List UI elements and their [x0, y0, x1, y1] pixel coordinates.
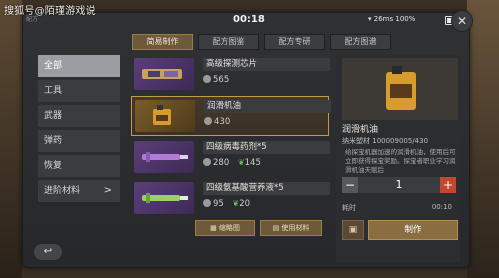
grid-icon: ▦ [210, 224, 219, 232]
close-icon: ✕ [456, 14, 468, 28]
button-label: 缩略图 [218, 224, 240, 232]
cost-value: 565 [213, 75, 230, 85]
sidebar-item-label: 弹药 [44, 136, 63, 146]
recipe-row[interactable]: 高级探测芯片 565 [131, 55, 330, 95]
detail-item-image [342, 58, 458, 120]
cost-value-secondary: 20 [239, 199, 251, 209]
back-arrow-icon: ↩ [43, 246, 53, 257]
sidebar-item-label: 工具 [44, 86, 63, 96]
cost-value: 95 [213, 199, 224, 209]
cost-value-secondary: 145 [244, 158, 261, 168]
tab-bar: 简易制作 配方图鉴 配方专研 配方图谱 [132, 34, 391, 50]
time-label: 耗时 [342, 204, 356, 212]
recipe-name: 四级病毒药剂*5 [203, 141, 330, 154]
sidebar-item-label: 全部 [44, 61, 63, 71]
background-left [0, 0, 22, 278]
status-time: 00:18 [233, 14, 265, 25]
recipe-list: 高级探测芯片 565 润滑机油 430 四级病毒药剂*5 280 ❦145 四级… [131, 55, 331, 220]
nano-value: 100009005/430 [372, 137, 429, 145]
recipe-thumbnail [135, 100, 195, 132]
button-label: 使用材料 [281, 224, 310, 232]
oil-can-icon [153, 105, 171, 125]
sidebar-item-recovery[interactable]: 恢复 [38, 155, 120, 177]
thumbnail-view-button[interactable]: ▦ 缩略图 [195, 220, 255, 236]
book-icon: ▣ [348, 225, 358, 235]
oil-can-icon [386, 66, 416, 110]
recipe-row-selected[interactable]: 润滑机油 430 [131, 96, 331, 136]
tab-recipe-atlas[interactable]: 配方图谱 [330, 34, 391, 50]
recipe-thumbnail [134, 182, 194, 214]
chip-icon [142, 69, 182, 79]
time-value: 00:10 [431, 203, 452, 211]
cost-value: 280 [213, 158, 230, 168]
tab-recipe-research[interactable]: 配方专研 [264, 34, 325, 50]
sidebar-item-label: 恢复 [44, 161, 63, 171]
craft-time: 耗时 00:10 [342, 203, 456, 214]
recipe-cost: 565 [203, 75, 229, 85]
recipe-cost: 280 ❦145 [203, 158, 261, 168]
recipe-name: 润滑机油 [204, 100, 331, 113]
sidebar-item-label: 进阶材料 [44, 186, 81, 196]
latency-text: 26ms [373, 15, 394, 23]
detail-item-name: 润滑机油 [342, 125, 379, 135]
nano-label: 纳米塑材 [342, 137, 370, 145]
quantity-stepper: − 1 + [342, 177, 456, 193]
plant-material-icon: ❦ [237, 158, 245, 167]
recipe-row[interactable]: 四级氨基酸营养液*5 95 ❦20 [131, 179, 330, 219]
recipe-cost: 430 [204, 117, 230, 127]
nano-material-icon [203, 75, 211, 83]
wifi-icon: ▾ [368, 15, 372, 23]
tab-recipe-book[interactable]: 配方图鉴 [198, 34, 259, 50]
craft-button[interactable]: 制作 [368, 220, 458, 240]
close-button[interactable]: ✕ [451, 10, 473, 32]
sidebar-item-tools[interactable]: 工具 [38, 80, 120, 102]
recipe-row[interactable]: 四级病毒药剂*5 280 ❦145 [131, 138, 330, 178]
syringe-icon [142, 152, 188, 162]
recipe-thumbnail [134, 58, 194, 90]
category-sidebar: 全部 工具 武器 弹药 恢复 进阶材料 > [38, 55, 120, 205]
chevron-right-icon: > [103, 185, 112, 196]
recipe-name: 高级探测芯片 [203, 58, 330, 71]
sidebar-item-label: 武器 [44, 111, 63, 121]
cost-value: 430 [214, 117, 231, 127]
recipe-book-button[interactable]: ▣ [342, 220, 364, 240]
quantity-value: 1 [395, 178, 403, 191]
back-button[interactable]: ↩ [34, 244, 62, 260]
nano-material-icon [203, 199, 211, 207]
nano-material-icon [204, 117, 212, 125]
increase-button[interactable]: + [440, 177, 456, 193]
tab-simple-craft[interactable]: 简易制作 [132, 34, 193, 50]
sidebar-item-weapons[interactable]: 武器 [38, 105, 120, 127]
sidebar-item-ammo[interactable]: 弹药 [38, 130, 120, 152]
nano-material-requirement: 纳米塑材 100009005/430 [342, 136, 428, 146]
syringe-icon [142, 193, 188, 203]
sidebar-item-all[interactable]: 全部 [38, 55, 120, 77]
sidebar-item-advanced-materials[interactable]: 进阶材料 > [38, 180, 120, 202]
detail-description: 给探宝机器加速的润滑机油，使用后可立即获得探宝奖励。探宝者职业学习润滑机油天赋后 [345, 148, 456, 174]
battery-text: 100% [395, 15, 416, 23]
recipe-thumbnail [134, 141, 194, 173]
recipe-cost: 95 ❦20 [203, 199, 250, 209]
recipe-name: 四级氨基酸营养液*5 [203, 182, 330, 195]
background-right [467, 0, 499, 278]
used-materials-button[interactable]: ▤ 使用材料 [260, 220, 322, 236]
status-network: ▾ 26ms 100% [368, 15, 415, 23]
decrease-button[interactable]: − [342, 177, 358, 193]
nano-material-icon [203, 158, 211, 166]
watermark: 搜狐号@陌瑾游戏说 [4, 6, 96, 17]
